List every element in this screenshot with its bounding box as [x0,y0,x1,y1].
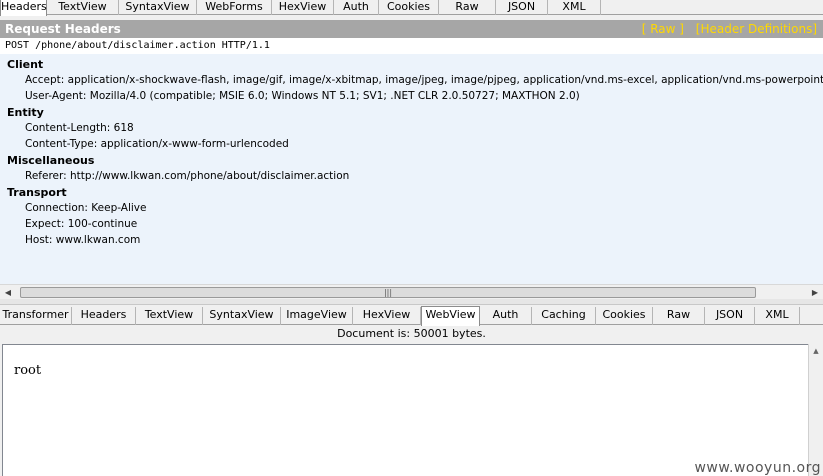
request-headers-title-bar: Request Headers [ Raw ] [Header Definiti… [0,20,823,38]
tab-syntaxview[interactable]: SyntaxView [119,0,197,15]
header-content-type[interactable]: Content-Type: application/x-www-form-url… [25,138,289,150]
web-view-pane[interactable]: root [2,344,808,476]
tab-json[interactable]: JSON [496,0,548,15]
tab-xml[interactable]: XML [548,0,601,15]
request-headers-title: Request Headers [5,22,121,36]
horizontal-scrollbar[interactable]: ◀ ||| ▶ [0,284,823,299]
tab-json-response[interactable]: JSON [705,307,755,325]
tab-transformer[interactable]: Transformer [0,307,72,325]
tab-caching[interactable]: Caching [532,307,596,325]
document-size-label: Document is: 50001 bytes. [337,327,486,340]
header-content-length[interactable]: Content-Length: 618 [25,122,134,134]
group-entity[interactable]: Entity [7,106,44,119]
web-content: root [14,363,42,378]
tab-syntaxview-response[interactable]: SyntaxView [203,307,281,325]
tab-auth-response[interactable]: Auth [480,307,532,325]
header-user-agent[interactable]: User-Agent: Mozilla/4.0 (compatible; MSI… [25,90,580,102]
request-line: POST /phone/about/disclaimer.action HTTP… [0,38,823,54]
response-tab-bar: Headers TextView SyntaxView WebForms Hex… [0,0,823,16]
scrollbar-thumb[interactable]: ||| [20,287,756,298]
tab-textview[interactable]: TextView [47,0,119,15]
group-miscellaneous[interactable]: Miscellaneous [7,154,94,167]
tab-hexview-response[interactable]: HexView [353,307,421,325]
raw-link[interactable]: [ Raw ] [642,22,684,36]
arrow-left-icon[interactable]: ◀ [3,287,13,298]
group-client[interactable]: Client [7,58,43,71]
watermark: www.wooyun.org [694,460,821,476]
headers-tree: Client Accept: application/x-shockwave-f… [0,54,823,284]
tab-auth[interactable]: Auth [334,0,379,15]
tab-headers-response[interactable]: Headers [72,307,136,325]
tab-cookies[interactable]: Cookies [379,0,439,15]
tab-raw-response[interactable]: Raw [653,307,705,325]
tab-webview[interactable]: WebView [421,306,480,326]
header-definitions-link[interactable]: [Header Definitions] [696,22,817,36]
tab-headers[interactable]: Headers [0,0,47,16]
header-connection[interactable]: Connection: Keep-Alive [25,202,146,214]
tab-webforms[interactable]: WebForms [197,0,272,15]
group-transport[interactable]: Transport [7,186,67,199]
tab-cookies-response[interactable]: Cookies [596,307,653,325]
arrow-up-icon[interactable]: ▲ [811,347,821,357]
header-accept[interactable]: Accept: application/x-shockwave-flash, i… [25,74,823,86]
tab-xml-response[interactable]: XML [755,307,800,325]
grip-icon: ||| [383,288,393,297]
vertical-scrollbar[interactable]: ▲ [808,344,823,476]
tab-raw[interactable]: Raw [439,0,496,15]
header-expect[interactable]: Expect: 100-continue [25,218,137,230]
tab-imageview[interactable]: ImageView [281,307,353,325]
response-inspector-tab-bar: Transformer Headers TextView SyntaxView … [0,305,823,326]
header-host[interactable]: Host: www.lkwan.com [25,234,140,246]
tab-hexview[interactable]: HexView [272,0,334,15]
header-referer[interactable]: Referer: http://www.lkwan.com/phone/abou… [25,170,349,182]
arrow-right-icon[interactable]: ▶ [810,287,820,298]
tab-textview-response[interactable]: TextView [136,307,203,325]
